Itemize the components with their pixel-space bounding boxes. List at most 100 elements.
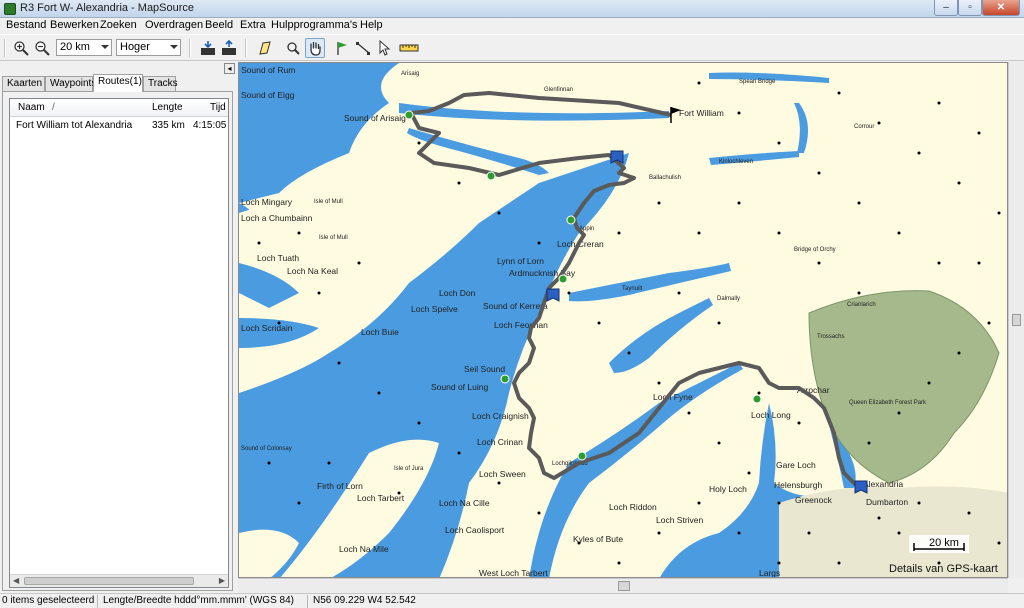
map-label: Loch Buie <box>361 327 399 337</box>
route-icon <box>356 42 370 55</box>
zoom-scale-select[interactable]: 20 km <box>56 39 112 56</box>
toolbar: 20 km Hoger <box>0 34 1024 61</box>
detail-level-value: Hoger <box>120 41 150 53</box>
scroll-thumb[interactable] <box>24 577 194 585</box>
map-label: Largs <box>759 568 780 578</box>
map-label: Spean Bridge <box>739 79 776 85</box>
zoom-scale-value: 20 km <box>60 41 90 53</box>
send-to-device-button[interactable] <box>219 38 239 58</box>
scroll-left-icon[interactable]: ◀ <box>13 576 19 585</box>
map-label: Loch Craignish <box>472 411 529 421</box>
measure-tool-button[interactable] <box>399 38 419 58</box>
maximize-button[interactable]: ▫ <box>958 0 982 16</box>
column-lengte[interactable]: Lengte <box>152 102 183 113</box>
menu-help[interactable]: Help <box>360 19 383 31</box>
map-label: Ballachulish <box>649 175 681 181</box>
routes-list[interactable]: Naam / Lengte Tijd Fort William tot Alex… <box>9 98 229 588</box>
menu-bestand[interactable]: Bestand <box>6 19 46 31</box>
menu-bewerken[interactable]: Bewerken <box>50 19 99 31</box>
map-view[interactable]: Sound of Rum Arisaig Glenfinnan Spean Br… <box>238 62 1008 578</box>
list-horizontal-scrollbar[interactable]: ◀ ▶ <box>10 574 228 587</box>
tab-kaarten[interactable]: Kaarten <box>2 76 45 91</box>
map-label: Loch Na Cille <box>439 498 490 508</box>
ruler-icon <box>399 44 419 52</box>
scroll-thumb[interactable] <box>618 581 630 591</box>
window-title: R3 Fort W- Alexandria - MapSource <box>20 2 195 14</box>
zoom-in-button[interactable] <box>11 38 31 58</box>
map-label: Loch Tarbert <box>357 493 405 503</box>
map-vertical-scrollbar[interactable] <box>1008 62 1024 578</box>
route-point-icon[interactable] <box>577 451 587 461</box>
map-label: Loch Na Mile <box>339 544 389 554</box>
map-label: Sound of Luing <box>431 382 488 392</box>
hand-icon <box>310 41 321 56</box>
column-naam[interactable]: Naam <box>18 102 45 113</box>
map-label: Sound of Kerrera <box>483 301 548 311</box>
route-length: 335 km <box>152 120 185 131</box>
selection-status: 0 items geselecteerd <box>0 595 98 608</box>
route-point-icon[interactable] <box>404 110 414 120</box>
column-tijd[interactable]: Tijd <box>210 102 226 113</box>
menu-beeld[interactable]: Beeld <box>205 19 233 31</box>
map-label: Loch Crinan <box>477 437 523 447</box>
map-label: Helensburgh <box>774 480 822 490</box>
tab-routes[interactable]: Routes(1) <box>93 74 143 92</box>
route-point-icon[interactable] <box>558 274 568 284</box>
tab-tracks[interactable]: Tracks <box>143 76 178 91</box>
map-label: Isle of Jura <box>394 466 424 472</box>
routes-tab-content: Naam / Lengte Tijd Fort William tot Alex… <box>2 91 233 591</box>
menu-extra[interactable]: Extra <box>240 19 266 31</box>
waypoint-tool-button[interactable] <box>332 38 352 58</box>
collapse-panel-button[interactable]: ◂ <box>224 63 235 74</box>
hand-tool-button[interactable] <box>305 38 325 58</box>
route-tool-button[interactable] <box>353 38 373 58</box>
map-label: Sound of Arisaig <box>344 113 406 123</box>
map-label: Loch Scridain <box>241 323 293 333</box>
map-label: Loch Feochan <box>494 320 548 330</box>
chevron-down-icon <box>101 45 109 49</box>
toolbar-separator <box>245 39 247 57</box>
map-label: Loch Na Keal <box>287 266 338 276</box>
route-point-icon[interactable] <box>500 374 510 384</box>
map-label: Glenfinnan <box>544 87 573 93</box>
route-point-icon[interactable] <box>566 215 576 225</box>
zoom-tool-button[interactable] <box>283 38 303 58</box>
map-detail-label: Details van GPS-kaart <box>889 563 998 575</box>
scale-bar: 20 km <box>909 535 969 553</box>
map-label: Loch Spelve <box>411 304 458 314</box>
selection-tool-button[interactable] <box>374 38 394 58</box>
list-item[interactable]: Fort William tot Alexandria 335 km 4:15:… <box>10 119 228 134</box>
map-label: Alexandria <box>863 479 903 489</box>
minimize-button[interactable]: – <box>934 0 958 16</box>
map-label: Loch Don <box>439 288 476 298</box>
scroll-right-icon[interactable]: ▶ <box>219 576 225 585</box>
receive-from-device-button[interactable] <box>198 38 218 58</box>
scroll-thumb[interactable] <box>1012 314 1021 326</box>
map-label: Loch Riddon <box>609 502 657 512</box>
close-button[interactable]: ✕ <box>982 0 1020 16</box>
map-label: Dalmally <box>717 296 740 302</box>
route-point-icon[interactable] <box>752 394 762 404</box>
chevron-down-icon <box>170 45 178 49</box>
zoom-out-button[interactable] <box>32 38 52 58</box>
title-bar: R3 Fort W- Alexandria - MapSource – ▫ ✕ <box>0 0 1024 18</box>
zoom-out-icon <box>35 41 50 56</box>
map-label: Trossachs <box>817 334 844 340</box>
coordinate-format: Lengte/Breedte hddd°mm.mmm' (WGS 84) <box>101 595 308 608</box>
map-horizontal-scrollbar[interactable] <box>238 578 1008 593</box>
detail-level-select[interactable]: Hoger <box>116 39 181 56</box>
menu-overdragen[interactable]: Overdragen <box>145 19 203 31</box>
menu-hulpprogrammas[interactable]: Hulpprogramma's <box>271 19 357 31</box>
route-point-icon[interactable] <box>486 171 496 181</box>
map-label: Crianlarich <box>847 302 876 308</box>
map-label: Isle of Mull <box>314 199 343 205</box>
map-label: Corrour <box>854 124 874 130</box>
tab-waypoints[interactable]: Waypoints <box>45 76 96 91</box>
menu-zoeken[interactable]: Zoeken <box>100 19 137 31</box>
map-label: Loch Striven <box>656 515 704 525</box>
map-label: Loch a Chumbainn <box>241 213 313 223</box>
map-label: Sound of Colonsay <box>241 446 292 452</box>
map-tool-button[interactable] <box>255 38 275 58</box>
map-canvas[interactable]: Sound of Rum Arisaig Glenfinnan Spean Br… <box>239 63 1008 578</box>
map-label: Loch Tuath <box>257 253 299 263</box>
